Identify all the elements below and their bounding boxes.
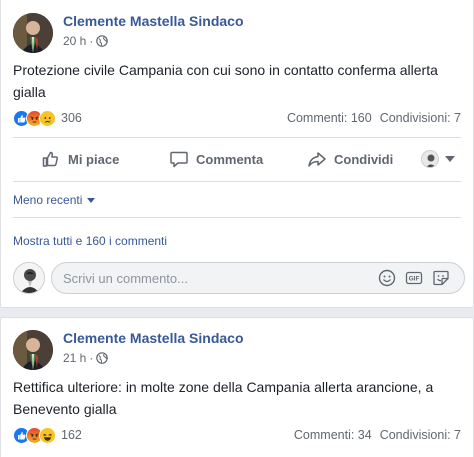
sad-reaction-icon[interactable] (39, 109, 56, 127)
chevron-down-icon (87, 197, 96, 203)
chevron-down-icon (445, 156, 455, 162)
emoji-icon[interactable] (378, 269, 396, 287)
meta-separator: · (89, 34, 94, 48)
post-card: Clemente Mastella Sindaco 21 h · Rettifi… (0, 317, 474, 457)
post-text: Protezione civile Campania con cui sono … (13, 62, 438, 100)
haha-reaction-icon[interactable] (39, 426, 56, 444)
reaction-summary: 306 Commenti: 160 Condivisioni: 7 (13, 107, 461, 129)
engagement-stats: Commenti: 34 Condivisioni: 7 (294, 428, 461, 442)
comment-icon (170, 151, 188, 168)
engagement-stats: Commenti: 160 Condivisioni: 7 (287, 111, 461, 125)
post-time[interactable]: 20 h (63, 34, 86, 48)
comment-input[interactable] (63, 270, 363, 286)
post-text: Rettifica ulteriore: in molte zone della… (13, 379, 434, 417)
share-button[interactable]: Condividi (307, 149, 393, 169)
author-avatar[interactable] (13, 13, 53, 53)
comment-count[interactable]: Commenti: 34 (294, 428, 372, 442)
comment-box: GIF (51, 262, 465, 294)
reaction-summary: 162 Commenti: 34 Condivisioni: 7 (13, 424, 461, 446)
reaction-count[interactable]: 306 (61, 111, 82, 125)
comment-button[interactable]: Commenta (169, 149, 263, 169)
meta-separator: · (89, 351, 94, 365)
share-count[interactable]: Condivisioni: 7 (380, 428, 461, 442)
divider (13, 217, 461, 218)
action-bar: Mi piace Commenta Condividi (13, 142, 461, 176)
author-avatar[interactable] (13, 330, 53, 370)
globe-icon (96, 35, 109, 47)
share-count[interactable]: Condivisioni: 7 (380, 111, 461, 125)
user-avatar (421, 150, 439, 168)
like-icon (42, 151, 58, 167)
post-card: Clemente Mastella Sindaco 20 h · Protezi… (0, 0, 474, 308)
comment-count[interactable]: Commenti: 160 (287, 111, 372, 125)
comment-label: Commenta (196, 151, 264, 167)
share-icon (308, 152, 326, 167)
show-all-comments-link[interactable]: Mostra tutti e 160 i commenti (13, 234, 167, 248)
globe-icon (96, 352, 109, 364)
comment-tools: GIF (378, 269, 450, 287)
divider (13, 137, 461, 138)
comment-composer: GIF (13, 262, 473, 296)
author-name[interactable]: Clemente Mastella Sindaco (63, 330, 244, 346)
post-time[interactable]: 21 h (63, 351, 86, 365)
post-meta: 21 h · (63, 351, 109, 365)
post-meta: 20 h · (63, 34, 109, 48)
post-as-selector[interactable] (421, 150, 455, 168)
comment-sort-dropdown[interactable]: Meno recenti (13, 193, 96, 207)
svg-text:GIF: GIF (409, 276, 420, 283)
gif-icon[interactable]: GIF (405, 269, 423, 287)
share-label: Condividi (334, 151, 394, 167)
like-label: Mi piace (68, 151, 120, 167)
user-avatar (13, 262, 45, 294)
sticker-icon[interactable] (432, 269, 450, 287)
divider (13, 181, 461, 182)
sort-label: Meno recenti (13, 193, 83, 207)
like-button[interactable]: Mi piace (41, 149, 119, 169)
reaction-count[interactable]: 162 (61, 428, 82, 442)
author-name[interactable]: Clemente Mastella Sindaco (63, 13, 244, 29)
